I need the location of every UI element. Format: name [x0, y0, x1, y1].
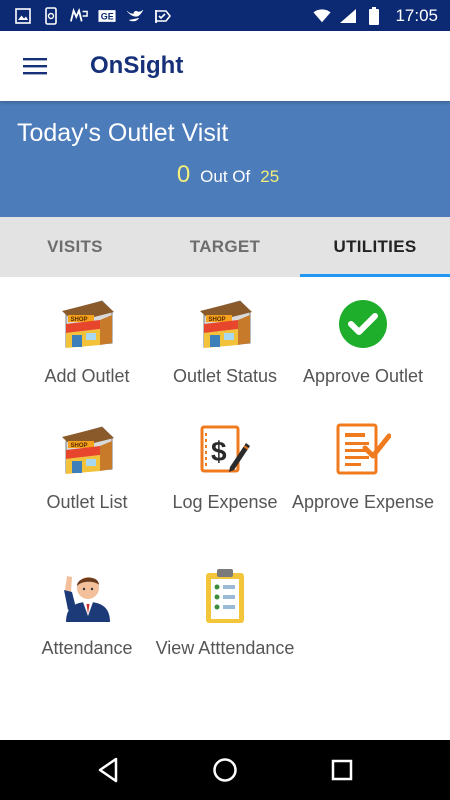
view-attendance-tile[interactable]: View Atttendance [150, 549, 300, 669]
outlet-list-tile[interactable]: SHOP Outlet List [12, 403, 162, 523]
shop-icon: SHOP [57, 295, 117, 353]
battery-icon [365, 6, 383, 25]
tab-utilities[interactable]: UTILITIES [300, 217, 450, 277]
tile-label: Outlet Status [172, 366, 278, 386]
tile-label: View Atttendance [155, 638, 295, 658]
expense-icon: $ [195, 421, 255, 479]
clipboard-checklist-icon [195, 567, 255, 625]
clock: 17:05 [395, 5, 438, 25]
recents-icon [331, 759, 352, 781]
person-waving-icon [57, 567, 117, 625]
image-icon [14, 7, 32, 25]
attendance-tile[interactable]: Attendance [12, 549, 162, 669]
svg-text:GE: GE [101, 11, 114, 21]
log-expense-tile[interactable]: $ Log Expense [150, 403, 300, 523]
back-icon [99, 757, 118, 783]
green-check-icon [333, 295, 393, 353]
hamburger-menu-icon [23, 58, 47, 75]
approve-document-icon [333, 421, 393, 479]
tile-label: Log Expense [172, 492, 278, 512]
check-flag-icon [154, 7, 172, 25]
visit-count: 0 Out Of 25 [0, 161, 450, 189]
tab-target[interactable]: TARGET [150, 217, 300, 277]
wifi-icon [313, 7, 332, 25]
mp-icon [70, 7, 88, 25]
outlet-visit-banner: Today's Outlet Visit 0 Out Of 25 [0, 101, 450, 217]
system-nav-bar [0, 740, 450, 800]
app-screen: GE 17:05 OnSight Today's Outlet Visit 0 … [0, 0, 450, 800]
tab-bar: VISITS TARGET UTILITIES [0, 217, 450, 277]
total-count: 25 [260, 167, 280, 186]
ge-icon: GE [98, 7, 116, 25]
home-icon [213, 758, 237, 782]
tile-label: Attendance [41, 638, 133, 658]
tile-label: Outlet List [46, 492, 128, 512]
outlet-status-tile[interactable]: SHOP Outlet Status [150, 277, 300, 397]
tile-label: Approve Expense [291, 492, 435, 512]
app-bar: OnSight [0, 31, 450, 101]
menu-button[interactable] [0, 31, 70, 101]
system-icons: 17:05 [313, 6, 450, 26]
home-button[interactable] [205, 750, 245, 790]
back-button[interactable] [88, 750, 128, 790]
app-title: OnSight [90, 52, 184, 79]
tab-visits[interactable]: VISITS [0, 217, 150, 277]
visited-count: 0 [176, 161, 191, 188]
banner-title: Today's Outlet Visit [17, 119, 229, 147]
tile-label: Add Outlet [44, 366, 130, 386]
shop-icon: SHOP [195, 295, 255, 353]
phone-sync-icon [42, 6, 60, 25]
tile-label: Approve Outlet [302, 366, 424, 386]
shop-icon: SHOP [57, 421, 117, 479]
bird-icon [126, 7, 144, 25]
approve-outlet-tile[interactable]: Approve Outlet [288, 277, 438, 397]
recents-button[interactable] [322, 750, 362, 790]
signal-icon [339, 7, 357, 25]
add-outlet-tile[interactable]: SHOP Add Outlet [12, 277, 162, 397]
svg-text:$: $ [211, 436, 227, 467]
notification-icons: GE [0, 6, 172, 25]
approve-expense-tile[interactable]: Approve Expense [288, 403, 438, 523]
status-bar: GE 17:05 [0, 0, 450, 31]
count-separator: Out Of [200, 167, 251, 186]
